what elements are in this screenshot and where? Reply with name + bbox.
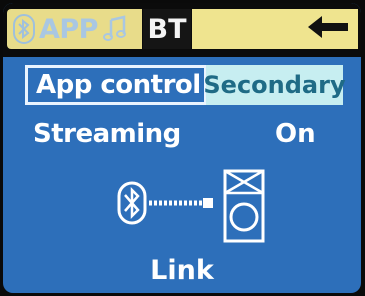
- setting-label-streaming: Streaming: [33, 119, 181, 149]
- left-arrow-icon: [308, 16, 348, 42]
- connection-dots: [149, 198, 213, 208]
- device-screen: APP BT App control Secondary Streaming O…: [3, 3, 361, 293]
- bluetooth-icon: [117, 181, 147, 225]
- tab-app-label: APP: [39, 13, 98, 45]
- link-illustration: [113, 167, 283, 245]
- setting-value-app-control[interactable]: Secondary: [203, 65, 346, 105]
- tab-bt[interactable]: BT: [143, 9, 191, 49]
- setting-value-streaming[interactable]: On: [275, 119, 316, 149]
- setting-row-app-control[interactable]: App control Secondary: [3, 63, 361, 109]
- bluetooth-icon: [13, 14, 35, 44]
- tab-bar: APP BT: [3, 3, 361, 57]
- setting-row-streaming[interactable]: Streaming On: [3, 115, 361, 161]
- link-status: Link: [150, 255, 214, 286]
- music-note-icon: [102, 15, 128, 43]
- speaker-icon: [223, 169, 265, 243]
- setting-label-app-control: App control: [25, 65, 207, 105]
- back-button[interactable]: [192, 9, 358, 49]
- tab-app[interactable]: APP: [7, 9, 142, 49]
